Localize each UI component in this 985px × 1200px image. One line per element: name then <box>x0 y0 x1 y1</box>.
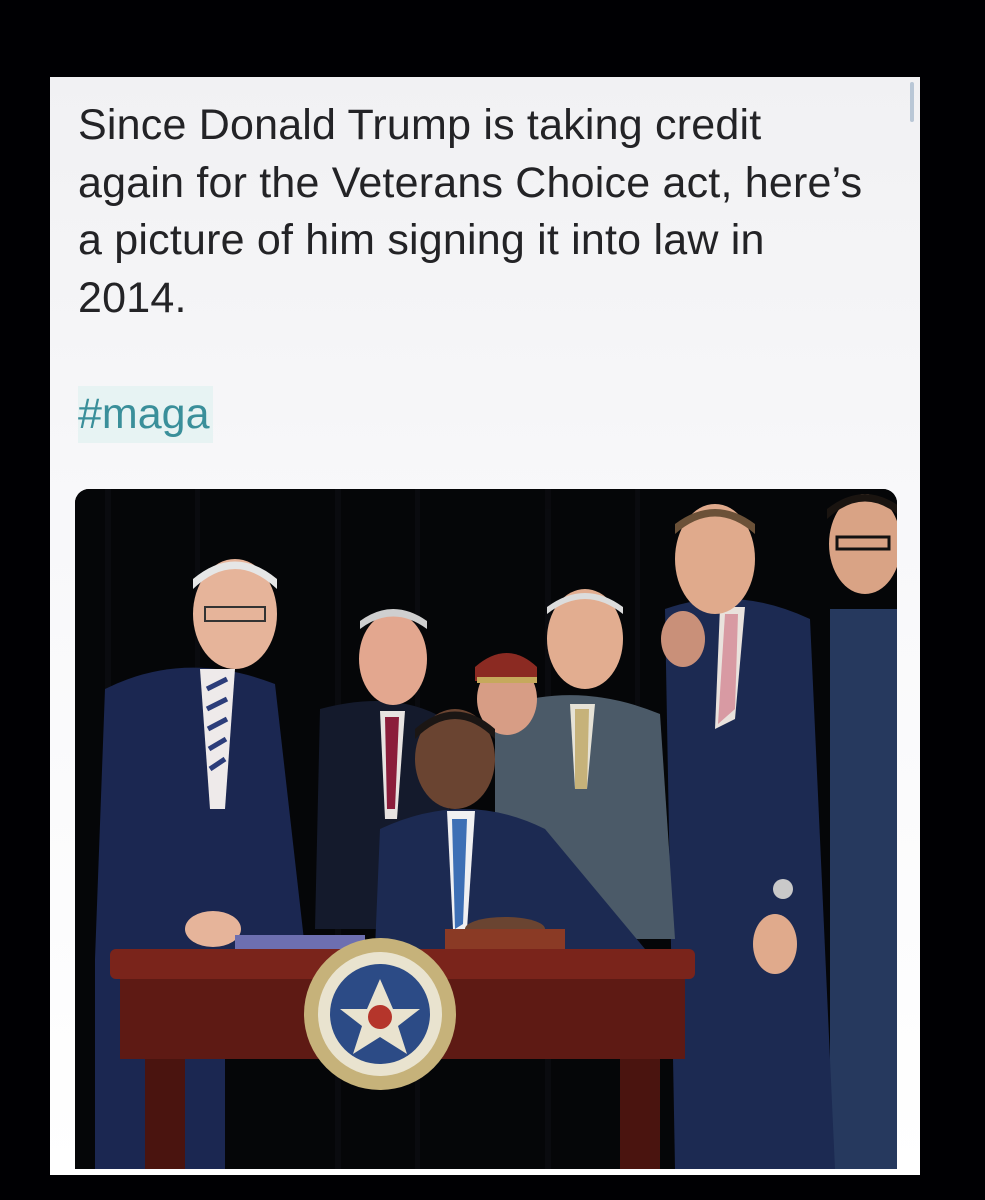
signing-photo-illustration <box>75 489 897 1169</box>
presidential-seal-icon <box>304 938 456 1090</box>
screenshot-frame: Since Donald Trump is taking credit agai… <box>0 0 985 1200</box>
scrollbar-hint <box>910 82 914 122</box>
hashtag-link[interactable]: #maga <box>78 386 214 443</box>
post-text: Since Donald Trump is taking credit agai… <box>78 101 863 322</box>
post-photo[interactable] <box>75 489 897 1169</box>
person-background-bald <box>661 611 705 667</box>
